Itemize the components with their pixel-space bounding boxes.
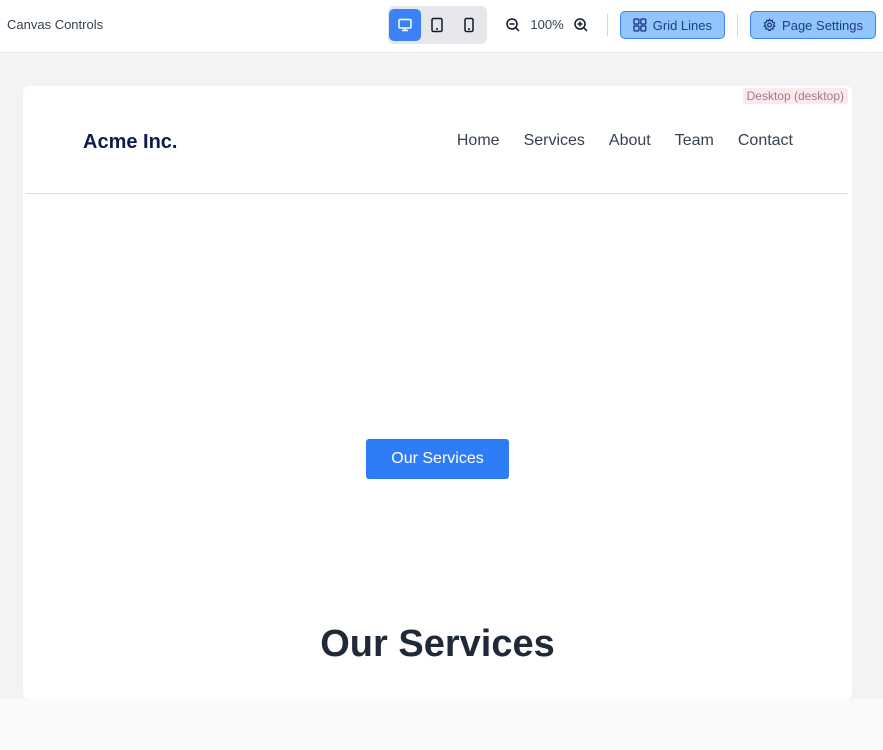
site-logo[interactable]: Acme Inc.	[83, 131, 177, 154]
mobile-icon	[464, 17, 474, 33]
mobile-view-button[interactable]	[453, 9, 485, 41]
page-settings-label: Page Settings	[782, 17, 863, 33]
toolbar-divider	[737, 14, 738, 36]
gear-icon	[763, 18, 776, 32]
desktop-view-button[interactable]	[389, 9, 421, 41]
nav-link-about[interactable]: About	[609, 132, 651, 150]
nav-link-contact[interactable]: Contact	[738, 132, 793, 150]
device-switcher	[388, 6, 487, 44]
canvas-area: Desktop (desktop) Acme Inc. Home Service…	[0, 54, 883, 699]
our-services-button[interactable]: Our Services	[366, 439, 509, 479]
canvas-toolbar: Canvas Controls 100% Grid Lines Page Set…	[0, 0, 883, 53]
page-preview-frame: Desktop (desktop) Acme Inc. Home Service…	[23, 86, 852, 699]
zoom-in-button[interactable]	[571, 15, 591, 35]
toolbar-title: Canvas Controls	[7, 17, 104, 32]
zoom-in-icon	[574, 18, 588, 32]
services-section-title: Our Services	[320, 623, 555, 665]
nav-link-team[interactable]: Team	[675, 132, 714, 150]
zoom-out-icon	[506, 18, 520, 32]
toolbar-divider	[607, 14, 608, 36]
site-nav: Home Services About Team Contact	[457, 132, 793, 150]
desktop-icon	[398, 18, 412, 32]
grid-lines-button[interactable]: Grid Lines	[620, 11, 725, 39]
zoom-level: 100%	[530, 17, 564, 32]
page-settings-button[interactable]: Page Settings	[750, 11, 876, 39]
grid-lines-label: Grid Lines	[652, 17, 712, 33]
tablet-view-button[interactable]	[421, 9, 453, 41]
zoom-out-button[interactable]	[503, 15, 523, 35]
nav-link-services[interactable]: Services	[524, 132, 585, 150]
tablet-icon	[431, 17, 443, 33]
grid-icon	[633, 18, 647, 32]
nav-link-home[interactable]: Home	[457, 132, 500, 150]
site-header: Acme Inc. Home Services About Team Conta…	[26, 86, 848, 194]
